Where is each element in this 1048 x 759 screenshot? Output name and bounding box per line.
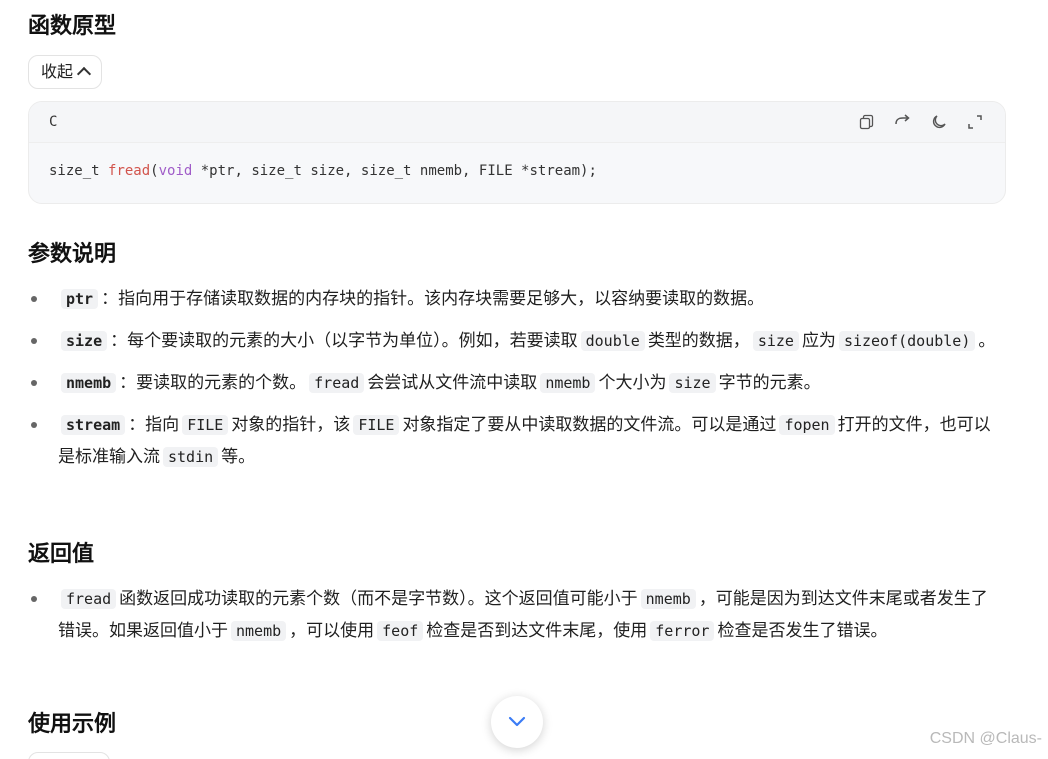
expand-icon[interactable] — [965, 112, 985, 132]
list-item-nmemb: nmemb ：要读取的元素的个数。 fread 会尝试从文件流中读取 nmemb 个大小为… — [28, 367, 1003, 399]
scroll-down-button[interactable] — [491, 696, 543, 748]
collapse-button-label: 收起 — [41, 62, 74, 81]
list-item-size: size ：每个要读取的元素的大小（以字节为单位）。例如，若要读取 double 类型… — [28, 325, 1003, 357]
inline-code: FILE — [182, 415, 229, 435]
inline-code: stream — [61, 415, 126, 435]
inline-code: nmemb — [61, 373, 117, 393]
code-token-type: void — [158, 163, 193, 179]
list-item-ptr: ptr ：指向用于存储读取数据的内存块的指针。该内存块需要足够大，以容纳要读取的数… — [28, 283, 1003, 315]
inline-code: size — [669, 373, 716, 393]
inline-code: fopen — [779, 415, 835, 435]
code-token: ( — [150, 163, 159, 179]
inline-code: nmemb — [640, 589, 696, 609]
code-token: *ptr, size_t size, size_t nmemb, FILE *s… — [192, 163, 597, 179]
inline-code: nmemb — [231, 621, 287, 641]
page: 函数原型 收起 C size_t fread(void *ptr, size_t… — [0, 0, 1048, 759]
section-title-prototype: 函数原型 — [28, 14, 117, 39]
inline-code: size — [752, 331, 799, 351]
inline-code: fread — [309, 373, 365, 393]
example-toggle-button[interactable] — [28, 752, 110, 759]
list-item-return: fread 函数返回成功读取的元素个数（而不是字节数）。这个返回值可能小于 nmem… — [28, 583, 1003, 647]
code-content: size_t fread(void *ptr, size_t size, siz… — [29, 143, 1005, 199]
list-text: 检查是否到达文件末尾，使用 — [426, 621, 648, 641]
params-list: ptr ：指向用于存储读取数据的内存块的指针。该内存块需要足够大，以容纳要读取的数… — [28, 283, 1003, 483]
code-block-header: C — [29, 102, 1005, 143]
inline-code: feof — [377, 621, 424, 641]
inline-code: ptr — [61, 289, 99, 309]
code-token: size_t — [49, 163, 109, 179]
list-text: ：指向用于存储读取数据的内存块的指针。该内存块需要足够大，以容纳要读取的数据。 — [101, 289, 765, 309]
list-text: 应为 — [801, 331, 836, 351]
chevron-up-icon — [76, 66, 92, 82]
return-list: fread 函数返回成功读取的元素个数（而不是字节数）。这个返回值可能小于 nmem… — [28, 583, 1003, 657]
wrap-icon[interactable] — [893, 112, 913, 132]
list-text: 会尝试从文件流中读取 — [367, 373, 538, 393]
inline-code: sizeof(double) — [838, 331, 976, 351]
code-language: C — [49, 114, 58, 130]
list-text: 。 — [978, 331, 996, 351]
code-toolbar — [857, 112, 985, 132]
list-text: 对象指定了要从中读取数据的文件流。可以是通过 — [402, 415, 777, 435]
list-text: 等。 — [221, 447, 256, 467]
list-item-stream: stream ：指向 FILE 对象的指针，该 FILE 对象指定了要从中读取数据的文件流… — [28, 409, 1003, 473]
list-text: 字节的元素。 — [718, 373, 821, 393]
copy-icon[interactable] — [857, 112, 877, 132]
section-title-return: 返回值 — [28, 542, 95, 567]
chevron-down-icon — [508, 716, 526, 727]
inline-code: fread — [61, 589, 117, 609]
collapse-button[interactable]: 收起 — [28, 55, 103, 89]
list-text: 类型的数据， — [647, 331, 750, 351]
list-text: ，可以使用 — [289, 621, 375, 641]
watermark: CSDN @Claus- — [929, 730, 1042, 747]
inline-code: stdin — [163, 447, 219, 467]
list-text: ：每个要读取的元素的大小（以字节为单位）。例如，若要读取 — [110, 331, 578, 351]
inline-code: double — [580, 331, 645, 351]
list-text: 个大小为 — [598, 373, 667, 393]
code-token-function: fread — [108, 163, 151, 179]
list-text: 函数返回成功读取的元素个数（而不是字节数）。这个返回值可能小于 — [119, 589, 638, 609]
theme-icon[interactable] — [929, 112, 949, 132]
inline-code: ferror — [650, 621, 715, 641]
inline-code: FILE — [353, 415, 400, 435]
code-block: C size_t fread(void *ptr, size_t size, s… — [28, 101, 1006, 204]
list-text: 检查是否发生了错误。 — [717, 621, 888, 641]
inline-code: nmemb — [540, 373, 596, 393]
list-text: ：要读取的元素的个数。 — [119, 373, 307, 393]
list-text: ：指向 — [128, 415, 180, 435]
section-title-params: 参数说明 — [28, 242, 117, 267]
list-text: 对象的指针，该 — [231, 415, 351, 435]
inline-code: size — [61, 331, 108, 351]
section-title-example: 使用示例 — [28, 712, 117, 737]
